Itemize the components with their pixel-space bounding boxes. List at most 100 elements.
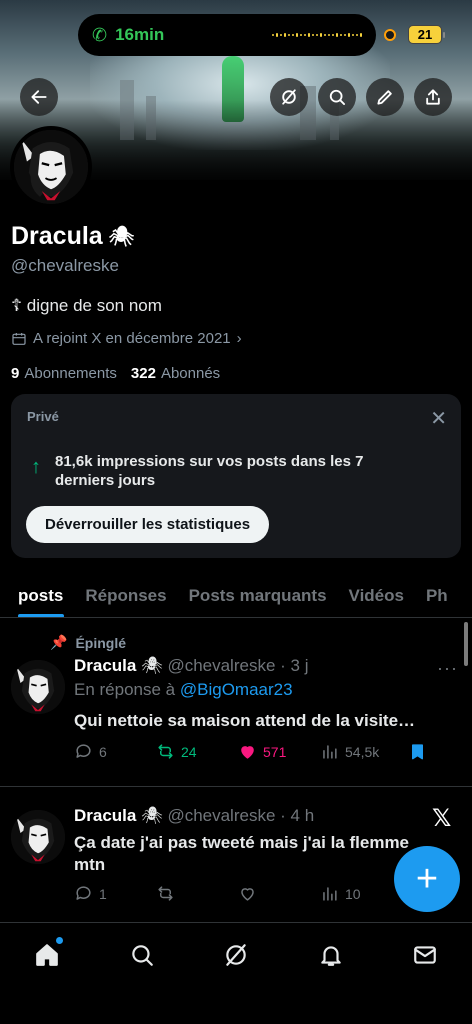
- impressions-text: 81,6k impressions sur vos posts dans les…: [55, 453, 364, 489]
- post-actions: 6 24 571 54,5k: [74, 742, 434, 761]
- divider: [0, 786, 472, 787]
- nav-notifications[interactable]: [313, 937, 349, 973]
- followers-count: 322: [130, 365, 156, 382]
- profile-handle: @chevalreske: [11, 256, 119, 275]
- compose-button[interactable]: +: [394, 846, 460, 912]
- views-icon: [323, 887, 337, 901]
- profile-bio: ☦ digne de son nom: [11, 296, 162, 315]
- reply-button[interactable]: 6: [74, 742, 156, 761]
- follow-stats: 9 Abonnements 322 Abonnés: [11, 365, 220, 382]
- post-header: Dracula 🕷 @chevalreske · 4 h: [74, 806, 314, 826]
- following-link[interactable]: 9 Abonnements: [11, 365, 117, 382]
- reply-button[interactable]: 1: [74, 884, 156, 903]
- post-handle-time: @chevalreske · 3 j: [167, 656, 309, 675]
- bookmark-button[interactable]: [408, 742, 427, 761]
- profile-tabs: posts Réponses Posts marquants Vidéos Ph: [0, 574, 472, 618]
- arrow-up-icon: ↑: [31, 456, 41, 478]
- grok-button[interactable]: [270, 78, 308, 116]
- reply-icon: [76, 744, 91, 758]
- tab-posts[interactable]: posts: [0, 574, 74, 617]
- back-arrow-icon: [31, 90, 47, 104]
- profile-avatar[interactable]: [10, 126, 92, 208]
- x-logo-icon: 𝕏: [432, 805, 452, 832]
- reply-context: En réponse à @BigOmaar23: [74, 680, 293, 700]
- audio-wave-icon: [272, 33, 362, 37]
- pinned-label: Épinglé: [75, 634, 126, 651]
- phone-icon: ✆: [92, 24, 108, 45]
- bell-icon: [321, 946, 341, 966]
- repost-icon: [158, 744, 173, 759]
- avatar-image: [11, 810, 65, 864]
- like-button[interactable]: [238, 884, 320, 903]
- avatar[interactable]: [11, 660, 65, 714]
- views-button[interactable]: 54,5k: [320, 742, 408, 761]
- repost-button[interactable]: 24: [156, 742, 238, 761]
- joined-date[interactable]: A rejoint X en décembre 2021 ›: [11, 330, 242, 347]
- share-button[interactable]: [414, 78, 452, 116]
- mail-icon: [414, 946, 436, 964]
- nav-grok[interactable]: [218, 937, 254, 973]
- plus-icon: +: [415, 857, 439, 900]
- edit-profile-button[interactable]: [366, 78, 404, 116]
- post-pinned[interactable]: 📌 Épinglé Dracula 🕷 @chevalreske · 3 j ·…: [0, 634, 472, 784]
- reply-icon: [76, 886, 91, 900]
- view-count: 10: [345, 885, 361, 902]
- nav-search[interactable]: [124, 937, 160, 973]
- search-icon: [132, 945, 153, 966]
- chevron-right-icon: ›: [236, 330, 242, 347]
- post-author-name[interactable]: Dracula: [74, 806, 136, 825]
- heart-filled-icon: [241, 746, 254, 759]
- search-icon: [329, 89, 345, 106]
- post-text: Ça date j'ai pas tweeté mais j'ai la fle…: [74, 833, 410, 874]
- like-count: 571: [263, 743, 287, 760]
- post-text: Qui nettoie sa maison attend de la visit…: [74, 711, 416, 730]
- notification-dot: [56, 937, 63, 944]
- spider-icon: 🕷: [141, 806, 163, 825]
- view-count: 54,5k: [345, 743, 380, 760]
- post-handle-time: @chevalreske · 4 h: [167, 806, 315, 825]
- avatar-image: [11, 660, 65, 714]
- tab-replies[interactable]: Réponses: [74, 574, 177, 617]
- following-label: Abonnements: [24, 365, 117, 382]
- nav-home[interactable]: [29, 937, 65, 973]
- recording-dot-icon: [384, 29, 396, 41]
- share-icon: [426, 89, 440, 105]
- reply-mention[interactable]: @BigOmaar23: [180, 680, 293, 699]
- repost-button[interactable]: [156, 884, 238, 903]
- unlock-stats-button[interactable]: Déverrouiller les statistiques: [26, 506, 270, 543]
- spider-icon: 🕷: [141, 656, 163, 675]
- call-indicator[interactable]: ✆ 16min: [78, 14, 376, 56]
- back-button[interactable]: [20, 78, 58, 116]
- nav-messages[interactable]: [407, 937, 443, 973]
- followers-label: Abonnés: [160, 365, 221, 382]
- grok-icon: [226, 944, 246, 966]
- views-icon: [323, 745, 337, 759]
- following-count: 9: [11, 365, 20, 382]
- call-duration: 16min: [115, 25, 165, 44]
- home-icon: [36, 944, 58, 966]
- joined-text: A rejoint X en décembre 2021: [33, 330, 231, 347]
- repost-icon: [158, 886, 173, 901]
- grok-icon: [282, 89, 296, 105]
- post-actions: 1 10: [74, 884, 434, 903]
- avatar-image: [14, 130, 88, 204]
- heart-icon: [241, 888, 254, 901]
- private-stats-card: Privé ✕ ↑ 81,6k impressions sur vos post…: [11, 394, 461, 558]
- tab-highlights[interactable]: Posts marquants: [178, 574, 338, 617]
- profile-name: Dracula 🕷: [11, 222, 134, 251]
- private-label: Privé: [27, 409, 59, 424]
- post-author-name[interactable]: Dracula: [74, 656, 136, 675]
- like-button[interactable]: 571: [238, 742, 320, 761]
- battery-indicator: 21: [408, 25, 445, 44]
- more-options-icon[interactable]: ···: [437, 658, 458, 679]
- close-icon[interactable]: ✕: [430, 406, 447, 431]
- tab-photos[interactable]: Ph: [415, 574, 459, 617]
- reply-count: 6: [99, 743, 107, 760]
- tab-videos[interactable]: Vidéos: [338, 574, 415, 617]
- followers-link[interactable]: 322 Abonnés: [131, 365, 220, 382]
- search-button[interactable]: [318, 78, 356, 116]
- avatar[interactable]: [11, 810, 65, 864]
- pencil-icon: [377, 90, 392, 105]
- bottom-navigation: [0, 922, 472, 1024]
- reply-prefix: En réponse à: [74, 680, 176, 699]
